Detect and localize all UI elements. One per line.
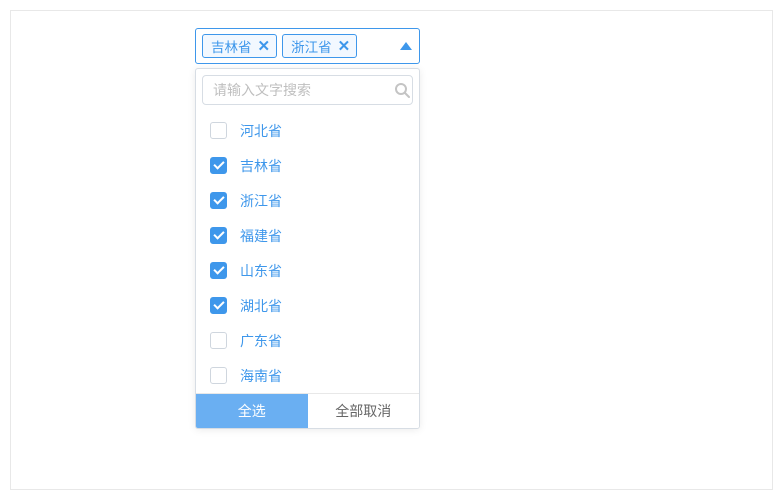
checkbox-checked-icon[interactable] bbox=[210, 227, 227, 244]
tag-remove-icon[interactable]: ✕ bbox=[258, 39, 271, 54]
tag-remove-icon[interactable]: ✕ bbox=[338, 39, 351, 54]
selected-tag: 浙江省 ✕ bbox=[282, 34, 357, 58]
option-item[interactable]: 海南省 bbox=[196, 358, 419, 393]
dropdown-caret-up-icon[interactable] bbox=[400, 42, 412, 50]
option-item[interactable]: 山东省 bbox=[196, 253, 419, 288]
option-label: 浙江省 bbox=[240, 191, 282, 211]
option-item[interactable]: 吉林省 bbox=[196, 148, 419, 183]
option-label: 山东省 bbox=[240, 261, 282, 281]
select-all-button[interactable]: 全选 bbox=[196, 394, 308, 428]
province-multiselect: 吉林省 ✕ 浙江省 ✕ bbox=[195, 28, 420, 429]
selected-tags-container[interactable]: 吉林省 ✕ 浙江省 ✕ bbox=[195, 28, 420, 64]
options-list[interactable]: 河北省 吉林省 浙江省 福建省 bbox=[196, 111, 419, 393]
option-label: 河北省 bbox=[240, 121, 282, 141]
checkbox-icon[interactable] bbox=[210, 122, 227, 139]
search-wrap bbox=[196, 69, 419, 111]
checkbox-checked-icon[interactable] bbox=[210, 192, 227, 209]
option-item[interactable]: 浙江省 bbox=[196, 183, 419, 218]
dropdown-footer: 全选 全部取消 bbox=[196, 393, 419, 428]
app-canvas: 吉林省 ✕ 浙江省 ✕ bbox=[10, 10, 773, 490]
tag-label: 吉林省 bbox=[211, 36, 252, 56]
tag-label: 浙江省 bbox=[291, 36, 332, 56]
search-input[interactable] bbox=[213, 82, 394, 98]
option-item[interactable]: 河北省 bbox=[196, 113, 419, 148]
checkbox-checked-icon[interactable] bbox=[210, 157, 227, 174]
dropdown-panel: 河北省 吉林省 浙江省 福建省 bbox=[195, 68, 420, 429]
option-item[interactable]: 福建省 bbox=[196, 218, 419, 253]
checkbox-icon[interactable] bbox=[210, 332, 227, 349]
selected-tag: 吉林省 ✕ bbox=[202, 34, 277, 58]
deselect-all-button[interactable]: 全部取消 bbox=[308, 394, 420, 428]
search-icon bbox=[394, 82, 410, 98]
option-label: 湖北省 bbox=[240, 296, 282, 316]
search-box bbox=[202, 75, 413, 105]
checkbox-checked-icon[interactable] bbox=[210, 297, 227, 314]
option-label: 海南省 bbox=[240, 366, 282, 386]
option-label: 吉林省 bbox=[240, 156, 282, 176]
option-item[interactable]: 湖北省 bbox=[196, 288, 419, 323]
option-item[interactable]: 广东省 bbox=[196, 323, 419, 358]
option-label: 福建省 bbox=[240, 226, 282, 246]
checkbox-icon[interactable] bbox=[210, 367, 227, 384]
checkbox-checked-icon[interactable] bbox=[210, 262, 227, 279]
option-label: 广东省 bbox=[240, 331, 282, 351]
options-list-wrap: 河北省 吉林省 浙江省 福建省 bbox=[196, 111, 419, 393]
